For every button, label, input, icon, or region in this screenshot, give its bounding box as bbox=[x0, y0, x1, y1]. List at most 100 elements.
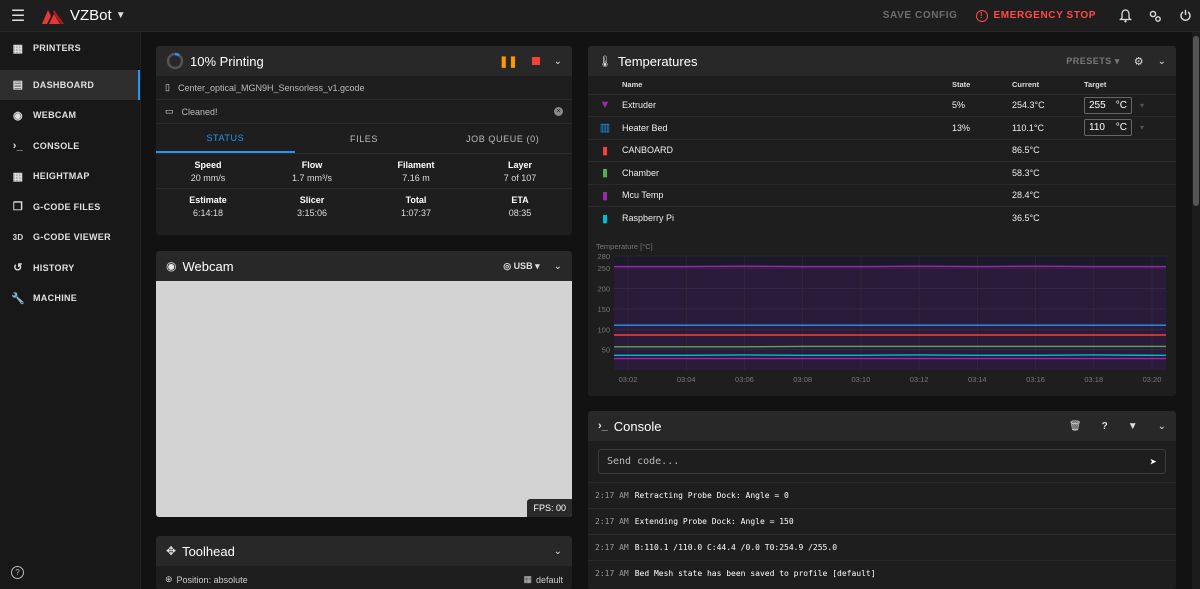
grid-icon: ▦ bbox=[12, 170, 24, 183]
app-title[interactable]: VZBot bbox=[70, 7, 112, 24]
console-card: ›_ Console 🗑 ? ▼ ⌄ Send code... ➤ 2:17 A… bbox=[588, 411, 1176, 589]
current-temp: 110.1°C bbox=[1012, 116, 1084, 139]
chevron-down-icon[interactable]: ⌄ bbox=[1158, 56, 1166, 67]
toolhead-preset[interactable]: default bbox=[536, 575, 563, 585]
history-icon: ↺ bbox=[13, 262, 23, 275]
col-name: Name bbox=[622, 80, 643, 90]
sidebar-item-history[interactable]: ↺ HISTORY bbox=[0, 253, 140, 284]
close-icon[interactable]: × bbox=[554, 107, 563, 116]
stop-button[interactable] bbox=[531, 57, 540, 65]
current-temp: 28.4°C bbox=[1012, 183, 1084, 207]
printing-tabs: STATUS FILES JOB QUEUE (0) bbox=[156, 124, 572, 154]
thermometer-icon: ▮ bbox=[601, 144, 609, 157]
chevron-down-icon[interactable]: ▾ bbox=[1140, 123, 1144, 132]
current-temp: 86.5°C bbox=[1012, 138, 1084, 162]
sidebar-item-heightmap[interactable]: ▦ HEIGHTMAP bbox=[0, 161, 140, 192]
x-tick-label: 03:12 bbox=[910, 375, 929, 384]
temperatures-header: 🌡 Temperatures PRESETS ▾ ⚙ ⌄ bbox=[588, 46, 1176, 76]
pause-button[interactable]: ❚❚ bbox=[499, 55, 517, 68]
send-icon[interactable]: ➤ bbox=[1150, 455, 1157, 469]
chevron-down-icon[interactable]: ▾ bbox=[1140, 101, 1144, 110]
chevron-down-icon[interactable]: ⌄ bbox=[554, 56, 562, 67]
target-temp-input[interactable]: 255 °C bbox=[1084, 96, 1132, 114]
files-icon: ❐ bbox=[12, 201, 24, 214]
sidebar-item-console[interactable]: ›_ CONSOLE bbox=[0, 131, 140, 162]
sidebar-item-printers[interactable]: ▦ PRINTERS bbox=[0, 33, 140, 64]
sidebar-item-label: HEIGHTMAP bbox=[33, 171, 90, 182]
status-message: Cleaned! bbox=[181, 106, 218, 117]
gear-icon[interactable]: ⚙ bbox=[1134, 55, 1144, 68]
toolhead-card: ✥ Toolhead ⌄ ⊕ Position: absolute ▦ defa… bbox=[156, 536, 572, 589]
thermometer-icon: ▮ bbox=[601, 212, 609, 225]
stat-slicer: Slicer 3:15:06 bbox=[296, 195, 328, 218]
help-icon[interactable]: ? bbox=[11, 566, 24, 579]
power-icon[interactable] bbox=[1170, 0, 1200, 32]
save-config-button[interactable]: SAVE CONFIG bbox=[883, 10, 958, 21]
console-text: B:110.1 /110.0 C:44.4 /0.0 T0:254.9 /255… bbox=[634, 543, 838, 552]
help-icon[interactable]: ? bbox=[1102, 421, 1108, 432]
grid-icon: ▦ bbox=[523, 574, 532, 584]
chevron-down-icon[interactable]: ⌄ bbox=[554, 261, 562, 272]
thermometer-icon: ▮ bbox=[601, 167, 609, 180]
console-line: 2:17 AM B:110.1 /110.0 C:44.4 /0.0 T0:254… bbox=[588, 534, 1176, 560]
dashboard-icon: ▤ bbox=[12, 79, 24, 92]
filter-icon[interactable]: ▼ bbox=[1128, 421, 1138, 432]
sidebar-item-gcode-viewer[interactable]: 3D G-CODE VIEWER bbox=[0, 222, 140, 253]
presets-button[interactable]: PRESETS ▾ bbox=[1066, 56, 1120, 67]
sidebar-item-gcode-files[interactable]: ❐ G-CODE FILES bbox=[0, 192, 140, 223]
chevron-down-icon[interactable]: ⌄ bbox=[554, 546, 562, 557]
filename: Center_optical_MGN9H_Sensorless_v1.gcode bbox=[177, 82, 365, 93]
thermometer-icon: 🌡 bbox=[598, 55, 612, 68]
sidebar-item-webcam[interactable]: ◉ WEBCAM bbox=[0, 100, 140, 131]
webcam-source-select[interactable]: ◎ USB ▾ bbox=[503, 261, 539, 272]
x-tick-label: 03:20 bbox=[1143, 375, 1162, 384]
chevron-down-icon[interactable]: ▼ bbox=[116, 10, 126, 21]
printing-header: 10% Printing ❚❚ ⌄ bbox=[156, 46, 572, 76]
current-temp: 58.3°C bbox=[1012, 161, 1084, 184]
page-scrollbar[interactable] bbox=[1192, 32, 1200, 589]
heater-state bbox=[952, 138, 1012, 162]
y-tick-label: 150 bbox=[597, 305, 610, 314]
chevron-down-icon[interactable]: ⌄ bbox=[1158, 421, 1166, 432]
emergency-stop-button[interactable]: ! EMERGENCY STOP bbox=[975, 9, 1097, 22]
tab-files[interactable]: FILES bbox=[295, 124, 434, 153]
sidebar-item-label: G-CODE FILES bbox=[33, 201, 101, 212]
stat-estimate: Estimate 6:14:18 bbox=[189, 195, 227, 218]
current-temp: 36.5°C bbox=[1012, 206, 1084, 229]
heater-state: 13% bbox=[952, 116, 1012, 139]
console-title: Console bbox=[613, 418, 662, 434]
webcam-title: Webcam bbox=[182, 258, 234, 274]
x-tick-label: 03:04 bbox=[677, 375, 696, 384]
sensor-name: Chamber bbox=[622, 161, 952, 184]
webcam-view[interactable] bbox=[156, 281, 572, 517]
position-mode: Position: absolute bbox=[176, 574, 248, 585]
temperature-row: ▥ Heater Bed 13% 110.1°C 110 °C ▾ bbox=[588, 116, 1176, 139]
sensor-name: Raspberry Pi bbox=[622, 206, 952, 229]
move-icon: ✥ bbox=[166, 544, 177, 558]
x-tick-label: 03:06 bbox=[735, 375, 754, 384]
trash-icon[interactable]: 🗑 bbox=[1069, 421, 1082, 432]
sidebar-item-machine[interactable]: 🔧 MACHINE bbox=[0, 283, 140, 314]
printing-title: 10% Printing bbox=[190, 53, 264, 69]
filename-row: ▯ Center_optical_MGN9H_Sensorless_v1.gco… bbox=[156, 76, 572, 100]
message-icon: ▭ bbox=[165, 106, 174, 116]
gears-icon[interactable] bbox=[1140, 0, 1170, 32]
menu-icon[interactable]: ☰ bbox=[0, 0, 36, 32]
console-input[interactable]: Send code... ➤ bbox=[598, 449, 1166, 474]
col-target: Target bbox=[1084, 80, 1107, 90]
bell-icon[interactable] bbox=[1110, 0, 1140, 32]
console-line: 2:17 AM Extending Probe Dock: Angle = 150 bbox=[588, 508, 1176, 534]
sensor-name: CANBOARD bbox=[622, 138, 952, 162]
x-tick-label: 03:10 bbox=[851, 375, 870, 384]
sensor-name: Extruder bbox=[622, 93, 952, 117]
thermometer-icon: ▮ bbox=[601, 189, 609, 202]
sidebar-item-dashboard[interactable]: ▤ DASHBOARD bbox=[0, 69, 140, 100]
webcam-header: ◉ Webcam ◎ USB ▾ ⌄ bbox=[156, 251, 572, 281]
tab-status[interactable]: STATUS bbox=[156, 124, 295, 153]
tab-job-queue[interactable]: JOB QUEUE (0) bbox=[433, 124, 572, 153]
temperature-chart[interactable]: 50 100 150 200 250 280 03:02 03:04 03:06 03:08 03:… bbox=[588, 250, 1176, 392]
scrollbar-thumb[interactable] bbox=[1193, 36, 1199, 206]
target-temp-input[interactable]: 110 °C bbox=[1084, 119, 1132, 137]
wrench-icon: 🔧 bbox=[11, 292, 25, 305]
temperatures-card: 🌡 Temperatures PRESETS ▾ ⚙ ⌄ Name State … bbox=[588, 46, 1176, 396]
